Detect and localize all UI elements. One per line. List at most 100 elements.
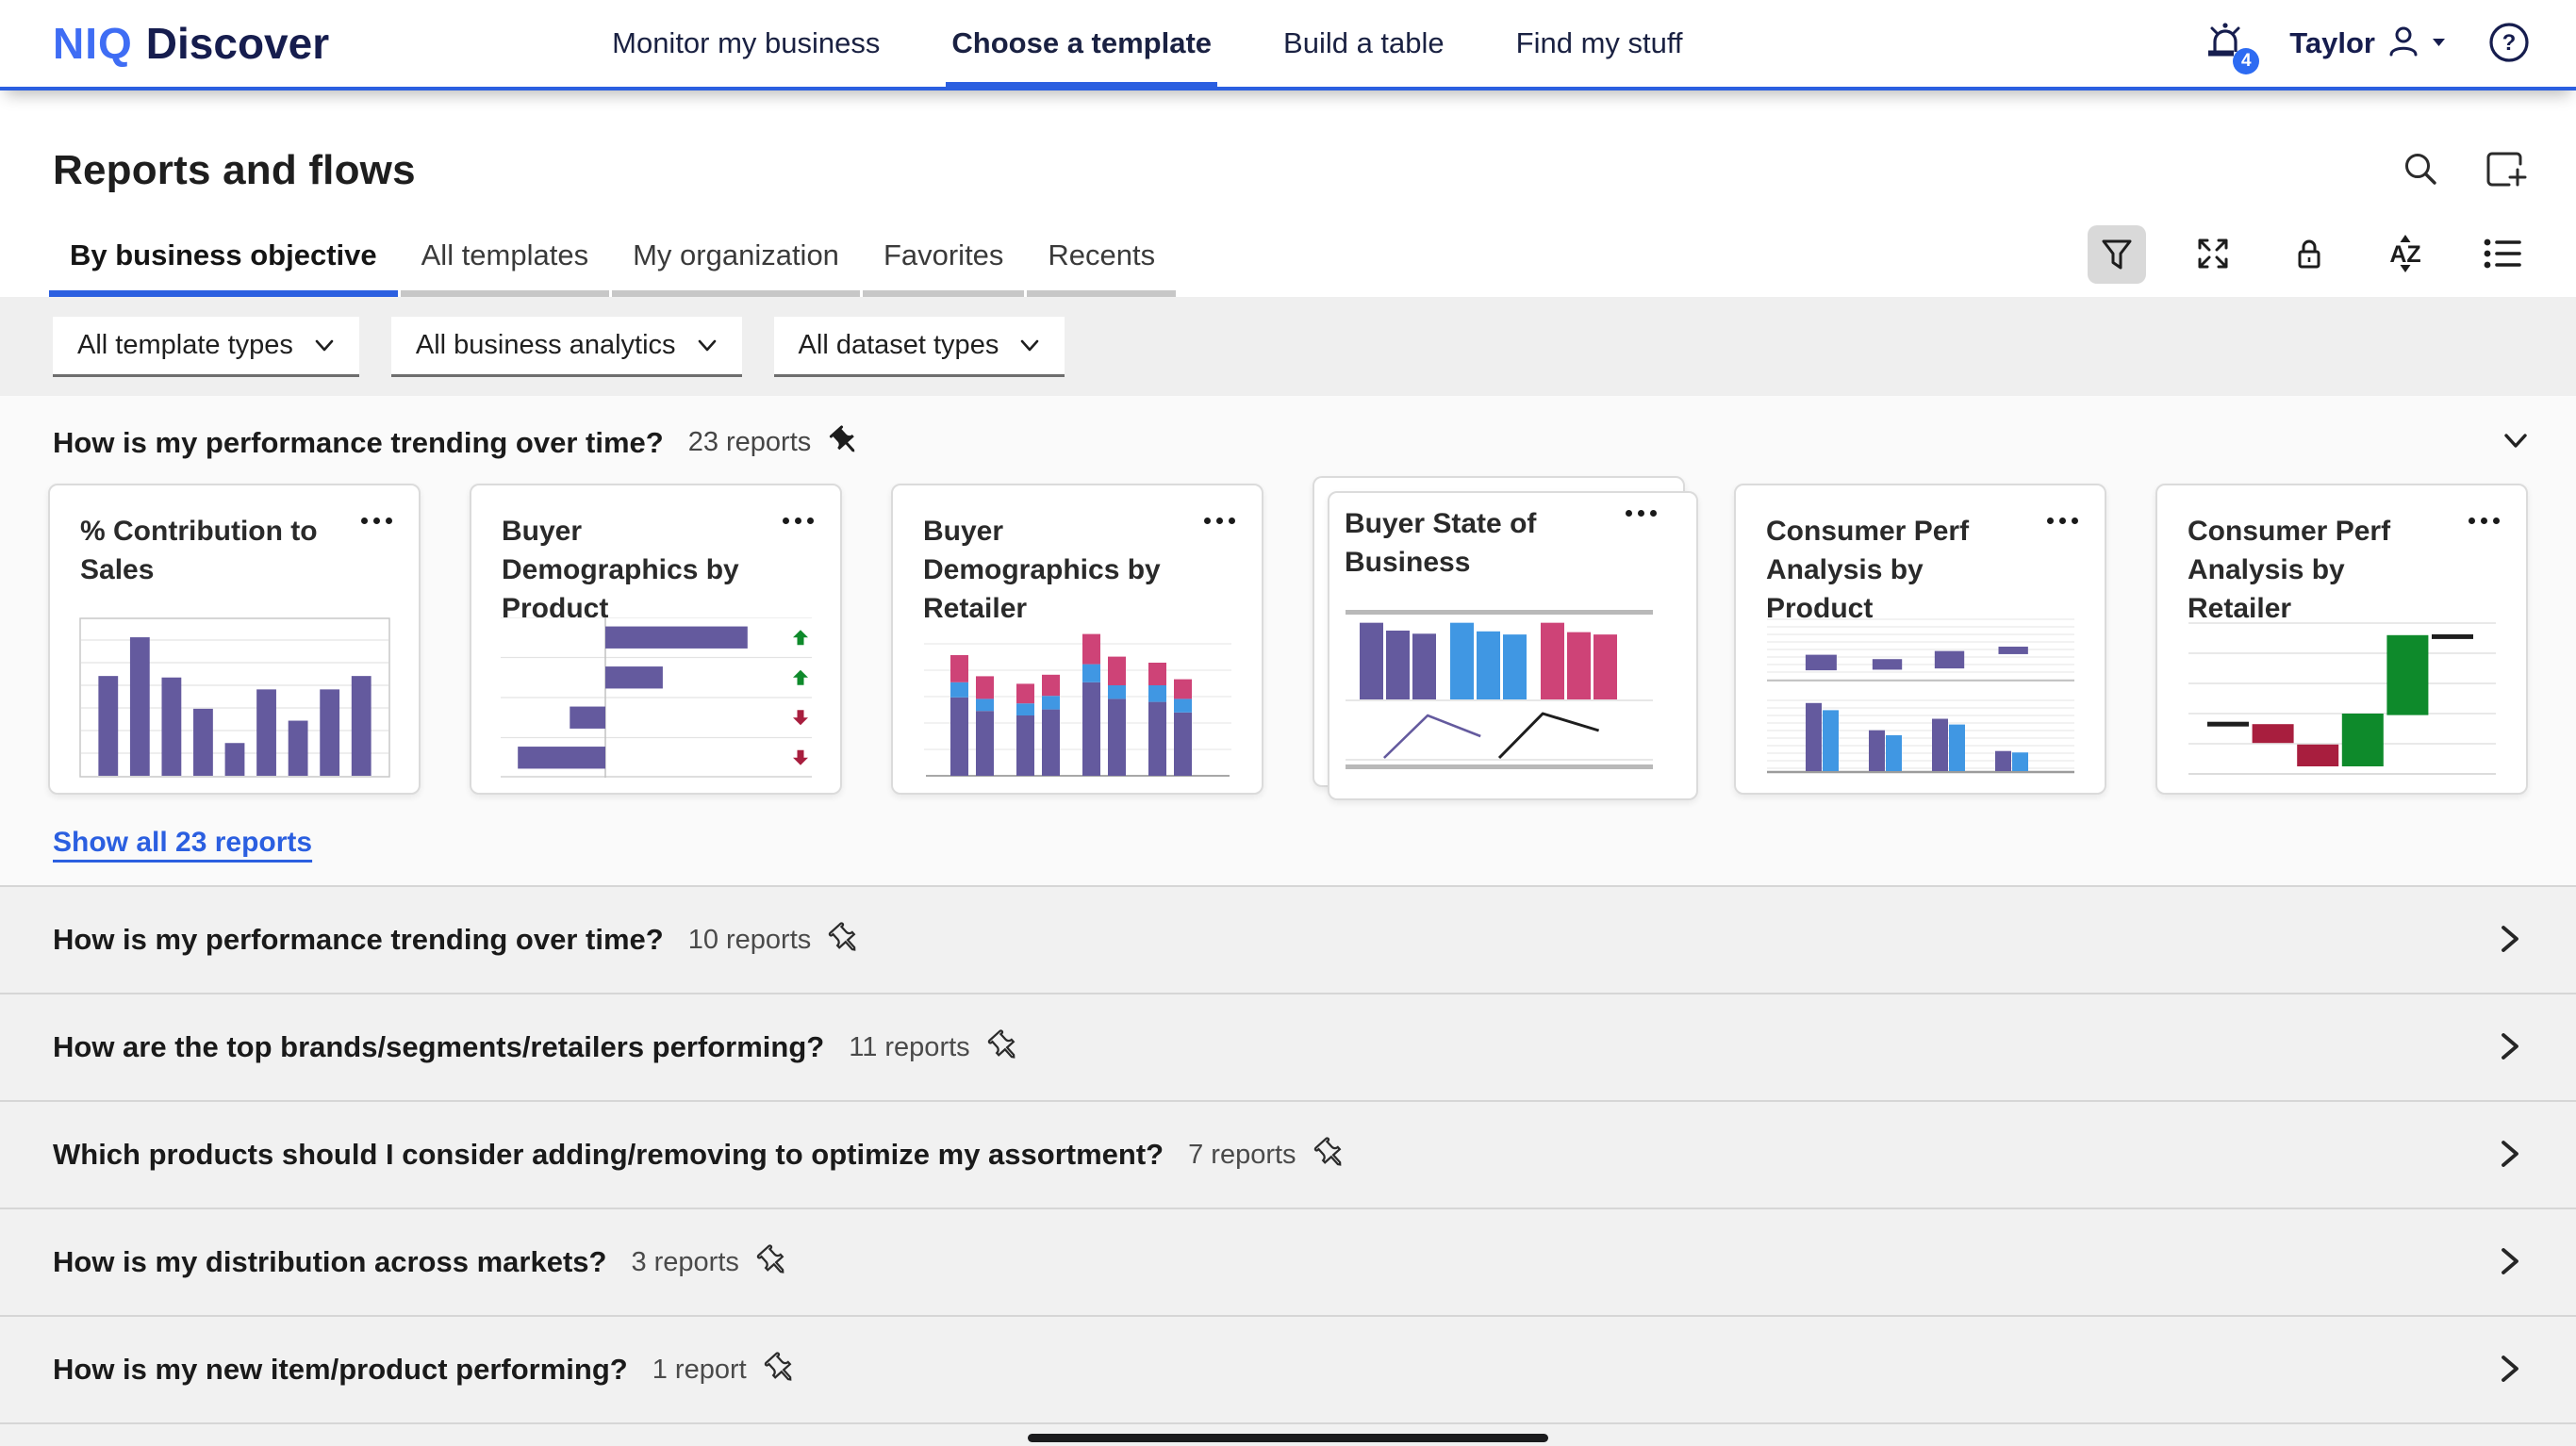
page-header-actions bbox=[2399, 146, 2527, 194]
accordion-row-optimize-assortment[interactable]: Which products should I consider adding/… bbox=[0, 1100, 2576, 1208]
card-menu-button[interactable] bbox=[361, 518, 392, 524]
template-types-dropdown[interactable]: All template types bbox=[53, 317, 359, 377]
nav-build-a-table[interactable]: Build a table bbox=[1283, 0, 1445, 87]
niq-discover-logo[interactable]: NIQ Discover bbox=[53, 18, 329, 69]
card-chart-thumbnail bbox=[1344, 610, 1655, 770]
filter-toggle-button[interactable] bbox=[2088, 225, 2146, 284]
tab-by-business-objective[interactable]: By business objective bbox=[49, 238, 398, 297]
card-chart-thumbnail bbox=[79, 617, 390, 778]
question-circle-icon: ? bbox=[2487, 21, 2531, 67]
notifications-button[interactable]: 4 bbox=[2203, 19, 2248, 69]
row-question: How are the top brands/segments/retailer… bbox=[53, 1030, 824, 1064]
accordion-row-new-item-performing[interactable]: How is my new item/product performing? 1… bbox=[0, 1315, 2576, 1422]
chevron-right-icon bbox=[2491, 1351, 2527, 1389]
dropdown-label: All dataset types bbox=[799, 330, 999, 361]
card-menu-button[interactable] bbox=[2047, 518, 2078, 524]
dataset-types-dropdown[interactable]: All dataset types bbox=[774, 317, 1065, 377]
objective-accordion: How is my performance trending over time… bbox=[0, 885, 2576, 1446]
tab-favorites[interactable]: Favorites bbox=[863, 238, 1024, 297]
tabs-row: By business objective All templates My o… bbox=[0, 194, 2576, 297]
dropdown-label: All business analytics bbox=[416, 330, 676, 361]
funnel-icon bbox=[2096, 233, 2138, 277]
primary-nav: Monitor my business Choose a template Bu… bbox=[612, 0, 1682, 87]
help-button[interactable]: ? bbox=[2487, 21, 2531, 67]
bulleted-list-icon bbox=[2480, 232, 2523, 278]
search-icon bbox=[2399, 147, 2442, 193]
sort-az-button[interactable]: AZ bbox=[2376, 225, 2435, 284]
row-report-count: 7 reports bbox=[1188, 1140, 1296, 1171]
open-row-button[interactable] bbox=[2491, 1136, 2527, 1175]
expand-all-button[interactable] bbox=[2184, 225, 2242, 284]
nav-choose-a-template[interactable]: Choose a template bbox=[951, 0, 1212, 87]
filter-band: All template types All business analytic… bbox=[0, 297, 2576, 396]
card-menu-button[interactable] bbox=[1204, 518, 1235, 524]
card-title: Buyer Demographics by Retailer bbox=[893, 485, 1262, 628]
card-chart-thumbnail bbox=[2187, 617, 2498, 778]
create-new-report-button[interactable] bbox=[2482, 146, 2527, 194]
svg-text:?: ? bbox=[2502, 30, 2517, 56]
card-menu-button[interactable] bbox=[1626, 510, 1657, 517]
chevron-down-icon bbox=[697, 330, 718, 361]
view-tools: AZ bbox=[2088, 225, 2531, 297]
lock-button[interactable] bbox=[2280, 225, 2338, 284]
sort-az-icon: AZ bbox=[2383, 231, 2428, 279]
report-cards-row: % Contribution to Sales Buyer Demographi… bbox=[0, 484, 2576, 795]
report-card-consumer-perf-analysis-by-retailer[interactable]: Consumer Perf Analysis by Retailer bbox=[2155, 484, 2528, 795]
open-row-button[interactable] bbox=[2491, 1243, 2527, 1282]
nav-monitor-my-business[interactable]: Monitor my business bbox=[612, 0, 880, 87]
pin-row-button[interactable] bbox=[764, 1352, 798, 1388]
accordion-row-performance-trending[interactable]: How is my performance trending over time… bbox=[0, 885, 2576, 993]
open-row-button[interactable] bbox=[2491, 1351, 2527, 1389]
card-menu-button[interactable] bbox=[2469, 518, 2500, 524]
card-title: Buyer Demographics by Product bbox=[471, 485, 840, 628]
report-card-contribution-to-sales[interactable]: % Contribution to Sales bbox=[48, 484, 421, 795]
dropdown-label: All template types bbox=[77, 330, 293, 361]
card-chart-thumbnail bbox=[501, 617, 812, 778]
accordion-row-distribution-across-markets[interactable]: How is my distribution across markets? 3… bbox=[0, 1208, 2576, 1315]
main-content: Reports and flows bbox=[0, 90, 2576, 1446]
chevron-right-icon bbox=[2491, 1243, 2527, 1282]
report-card-buyer-demographics-by-retailer[interactable]: Buyer Demographics by Retailer bbox=[891, 484, 1263, 795]
pin-outline-icon bbox=[756, 1244, 790, 1281]
caret-down-icon bbox=[2432, 35, 2446, 52]
card-chart-thumbnail bbox=[1765, 617, 2076, 778]
user-menu-button[interactable]: Taylor bbox=[2289, 23, 2446, 65]
pin-row-button[interactable] bbox=[1313, 1137, 1347, 1174]
chevron-down-icon bbox=[314, 330, 335, 361]
lock-icon bbox=[2288, 233, 2330, 277]
accordion-row-top-brands-performing[interactable]: How are the top brands/segments/retailer… bbox=[0, 993, 2576, 1100]
user-name: Taylor bbox=[2289, 26, 2375, 60]
tab-all-templates[interactable]: All templates bbox=[401, 238, 609, 297]
logo-product: Discover bbox=[146, 18, 329, 69]
tab-my-organization[interactable]: My organization bbox=[612, 238, 860, 297]
pin-row-button[interactable] bbox=[828, 922, 862, 959]
expand-arrows-icon bbox=[2192, 233, 2234, 277]
collapse-section-button[interactable] bbox=[2497, 422, 2535, 463]
list-view-button[interactable] bbox=[2472, 225, 2531, 284]
person-icon bbox=[2385, 23, 2422, 65]
add-frame-icon bbox=[2482, 146, 2527, 194]
report-card-consumer-perf-analysis-by-product[interactable]: Consumer Perf Analysis by Product bbox=[1734, 484, 2106, 795]
report-card-buyer-state-of-business[interactable]: Buyer State of Business bbox=[1313, 476, 1685, 787]
app-root: NIQ Discover Monitor my business Choose … bbox=[0, 0, 2576, 1446]
pin-outline-icon bbox=[987, 1029, 1021, 1066]
logo-niq: NIQ bbox=[53, 18, 133, 69]
pin-filled-icon bbox=[828, 424, 862, 461]
section-title: How is my performance trending over time… bbox=[53, 426, 664, 460]
row-question: How is my new item/product performing? bbox=[53, 1353, 628, 1387]
open-row-button[interactable] bbox=[2491, 1028, 2527, 1067]
show-all-reports-link[interactable]: Show all 23 reports bbox=[53, 827, 312, 859]
nav-find-my-stuff[interactable]: Find my stuff bbox=[1516, 0, 1683, 87]
pin-row-button[interactable] bbox=[756, 1244, 790, 1281]
open-row-button[interactable] bbox=[2491, 921, 2527, 960]
chevron-right-icon bbox=[2491, 1028, 2527, 1067]
pin-row-button[interactable] bbox=[987, 1029, 1021, 1066]
card-title: Consumer Perf Analysis by Retailer bbox=[2157, 485, 2526, 628]
search-button[interactable] bbox=[2399, 147, 2442, 193]
row-report-count: 1 report bbox=[652, 1355, 747, 1386]
card-menu-button[interactable] bbox=[783, 518, 814, 524]
business-analytics-dropdown[interactable]: All business analytics bbox=[391, 317, 742, 377]
report-card-buyer-demographics-by-product[interactable]: Buyer Demographics by Product bbox=[470, 484, 842, 795]
tab-recents[interactable]: Recents bbox=[1027, 238, 1176, 297]
pin-section-button[interactable] bbox=[828, 424, 862, 461]
